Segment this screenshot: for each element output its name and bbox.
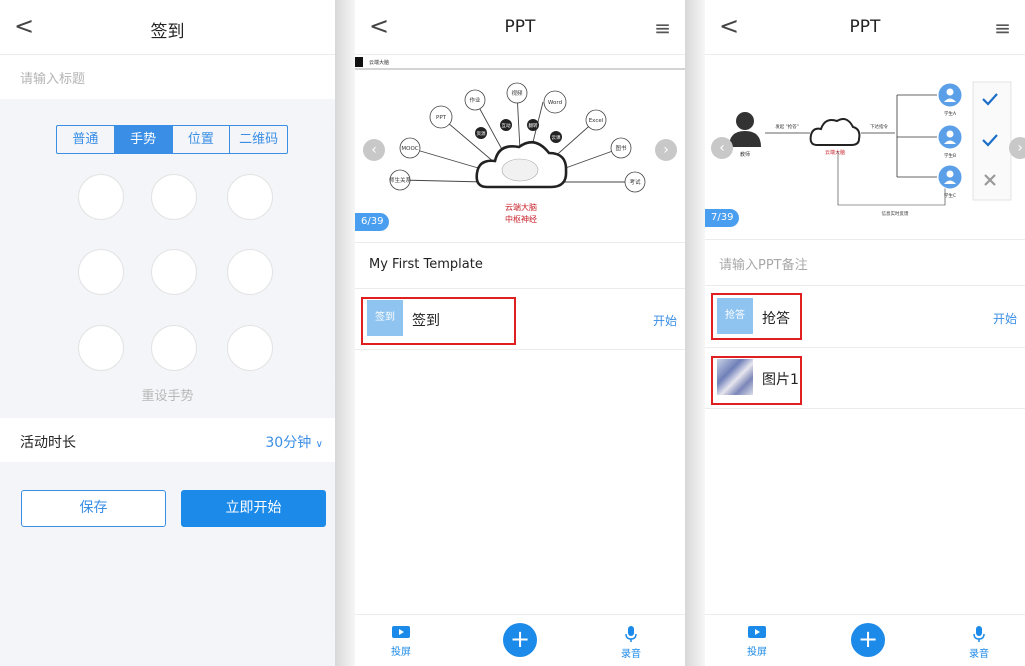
slide-diagram: 教师 发起 "抢答" 云端大脑 下达指令 信息实时反馈 学生A 学生B 学生C <box>729 81 1012 217</box>
record-label: 录音 <box>621 649 641 660</box>
cloud-label: 云端大脑 <box>825 149 845 156</box>
ppt-screen-2: < PPT ≡ 教师 发起 "抢答" 云端大脑 下达指令 信息实时反馈 学生A … <box>705 0 1025 666</box>
tab-normal[interactable]: 普通 <box>57 126 115 153</box>
gesture-dot-4[interactable] <box>78 249 124 295</box>
highlight-box <box>361 297 516 345</box>
teacher-label: 教师 <box>740 151 750 158</box>
gesture-dot-1[interactable] <box>78 174 124 220</box>
prev-slide-icon[interactable]: ‹ <box>363 139 385 161</box>
checkin-type-tabs: 普通 手势 位置 二维码 <box>56 125 288 154</box>
cast-label: 投屏 <box>391 647 411 658</box>
ppt-screen-1: < PPT ≡ 云端大脑 资源 互动 翻转 云课 作业 视频 Word PPT … <box>355 0 685 666</box>
gesture-dot-9[interactable] <box>227 325 273 371</box>
student-label: 学生A <box>944 110 957 117</box>
add-button[interactable]: + <box>851 623 885 657</box>
page-title: PPT <box>504 17 536 37</box>
node-label: 师生关系 <box>389 176 412 184</box>
reset-gesture-link[interactable]: 重设手势 <box>0 385 335 404</box>
highlight-box <box>711 356 802 405</box>
duration-select[interactable]: 30分钟 ∨ <box>265 432 323 452</box>
node-label: PPT <box>436 115 447 121</box>
cast-label: 投屏 <box>747 647 767 658</box>
slide-counter: 6/39 <box>355 213 390 231</box>
inner-node-label: 互动 <box>502 122 511 129</box>
slide-header: 云端大脑 <box>369 59 389 66</box>
gesture-dot-8[interactable] <box>151 325 197 371</box>
panel-divider <box>685 0 705 666</box>
tab-gesture[interactable]: 手势 <box>114 126 173 153</box>
title-placeholder: 请输入标题 <box>20 72 86 87</box>
node-label: 图书 <box>615 144 627 152</box>
gesture-dot-6[interactable] <box>227 249 273 295</box>
duration-value: 30分钟 <box>265 435 312 451</box>
ppt-note[interactable]: My First Template <box>355 243 685 289</box>
send-label: 发起 "抢答" <box>775 123 799 130</box>
slide-counter: 7/39 <box>705 209 740 227</box>
slide-center-line1: 云端大脑 <box>505 202 537 212</box>
node-label: 作业 <box>469 96 481 104</box>
start-now-button[interactable]: 立即开始 <box>181 490 326 527</box>
cast-button[interactable]: 投屏 <box>381 625 421 658</box>
title-input[interactable]: 请输入标题 <box>0 55 335 99</box>
menu-icon[interactable]: ≡ <box>654 16 671 40</box>
ppt-note-input[interactable]: 请输入PPT备注 <box>705 240 1025 286</box>
add-button[interactable]: + <box>503 623 537 657</box>
menu-icon[interactable]: ≡ <box>994 16 1011 40</box>
feedback-label: 信息实时反馈 <box>882 210 909 217</box>
push-label: 下达指令 <box>870 123 888 130</box>
bottom-toolbar: 投屏 + 录音 <box>705 614 1025 666</box>
cast-icon <box>748 626 766 638</box>
node-label: Excel <box>589 118 604 124</box>
inner-node-label: 翻转 <box>529 122 538 129</box>
chevron-down-icon: ∨ <box>315 439 323 450</box>
gesture-dot-5[interactable] <box>151 249 197 295</box>
nav-bar: < PPT ≡ <box>705 0 1025 55</box>
node-label: 视频 <box>511 89 523 97</box>
student-label: 学生C <box>944 192 956 199</box>
microphone-icon <box>625 626 637 642</box>
gesture-dot-7[interactable] <box>78 325 124 371</box>
start-activity-link[interactable]: 开始 <box>993 310 1017 327</box>
ppt-note-text: My First Template <box>369 257 483 272</box>
record-button[interactable]: 录音 <box>611 625 651 660</box>
slide-preview[interactable]: 教师 发起 "抢答" 云端大脑 下达指令 信息实时反馈 学生A 学生B 学生C … <box>705 55 1025 240</box>
nav-bar: < PPT ≡ <box>355 0 685 55</box>
tab-qrcode[interactable]: 二维码 <box>230 126 287 153</box>
highlight-box <box>711 293 802 340</box>
tab-location[interactable]: 位置 <box>173 126 231 153</box>
microphone-icon <box>973 626 985 642</box>
student-label: 学生B <box>944 152 956 159</box>
page-title: 签到 <box>150 22 185 42</box>
ppt-note-placeholder: 请输入PPT备注 <box>719 258 808 273</box>
checkin-screen: < 签到 请输入标题 普通 手势 位置 二维码 重设手势 活动时长 30分钟 ∨… <box>0 0 335 666</box>
slide-center-line2: 中枢神经 <box>505 214 537 224</box>
record-button[interactable]: 录音 <box>959 625 999 660</box>
gesture-dot-2[interactable] <box>151 174 197 220</box>
record-label: 录音 <box>969 649 989 660</box>
cast-button[interactable]: 投屏 <box>737 625 777 658</box>
next-slide-icon[interactable]: › <box>1009 137 1025 159</box>
gesture-dot-3[interactable] <box>227 174 273 220</box>
prev-slide-icon[interactable]: ‹ <box>711 137 733 159</box>
duration-row[interactable]: 活动时长 30分钟 ∨ <box>0 418 335 462</box>
panel-divider <box>335 0 355 666</box>
slide-preview[interactable]: 云端大脑 资源 互动 翻转 云课 作业 视频 Word PPT Excel MO… <box>355 55 685 243</box>
node-label: MOOC <box>401 146 418 152</box>
page-title: PPT <box>849 17 881 37</box>
node-label: 考试 <box>629 178 641 186</box>
next-slide-icon[interactable]: › <box>655 139 677 161</box>
cast-icon <box>392 626 410 638</box>
save-button[interactable]: 保存 <box>21 490 166 527</box>
inner-node-label: 云课 <box>552 134 561 141</box>
bottom-toolbar: 投屏 + 录音 <box>355 614 685 666</box>
duration-label: 活动时长 <box>20 435 76 451</box>
slide-diagram: 云端大脑 资源 互动 翻转 云课 作业 视频 Word PPT Excel MO… <box>355 57 685 224</box>
node-label: Word <box>548 100 562 106</box>
nav-bar: < 签到 <box>0 0 335 55</box>
start-activity-link[interactable]: 开始 <box>653 312 677 329</box>
inner-node-label: 资源 <box>477 130 486 137</box>
